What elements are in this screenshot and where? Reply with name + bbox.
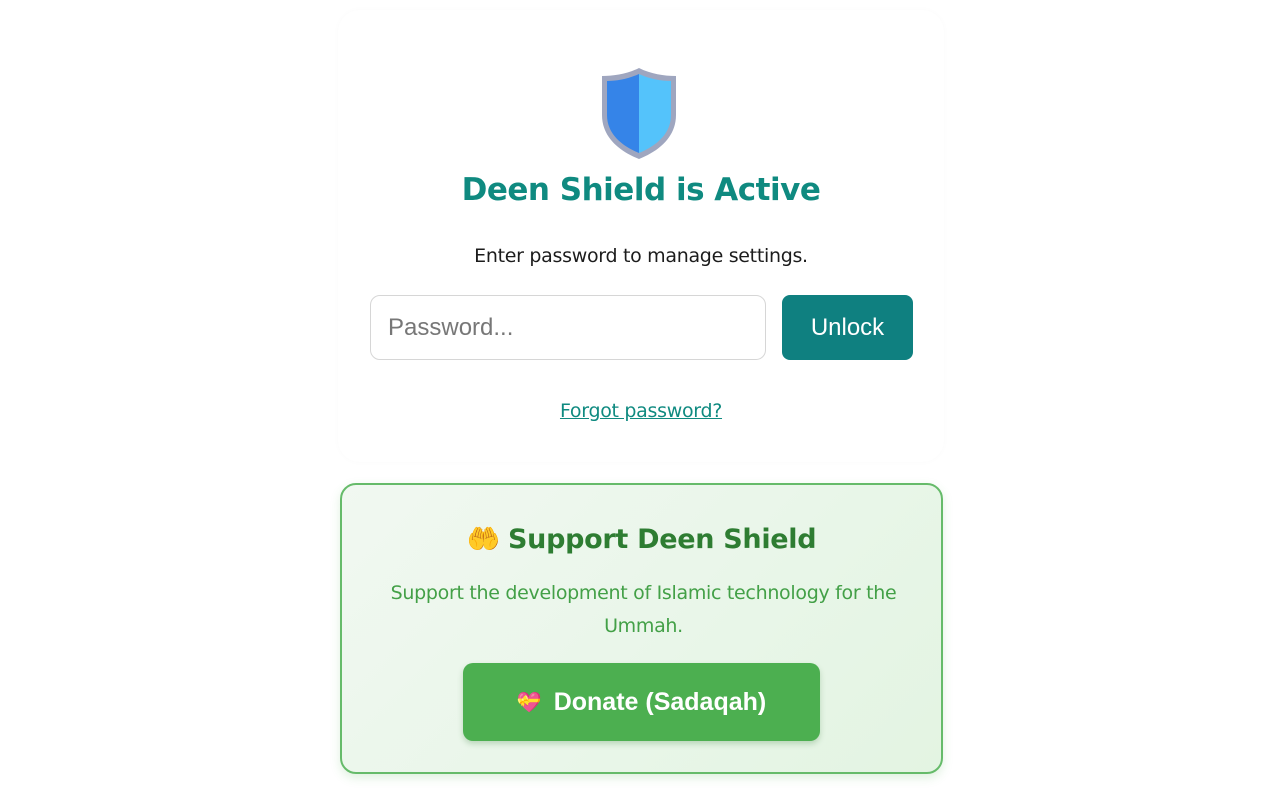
page-title: Deen Shield is Active (461, 172, 821, 208)
subtitle: Enter password to manage settings. (474, 245, 808, 267)
shield-icon (602, 68, 676, 159)
donate-button[interactable]: 💝 Donate (Sadaqah) (463, 663, 820, 741)
heart-gift-icon: 💝 (516, 691, 542, 714)
password-input[interactable] (370, 295, 766, 360)
open-hands-icon: 🤲 (466, 524, 501, 555)
donate-label: Donate (Sadaqah) (553, 687, 767, 716)
support-title: 🤲 Support Deen Shield (342, 523, 941, 555)
support-description: Support the development of Islamic techn… (390, 582, 897, 637)
forgot-password-link[interactable]: Forgot password? (338, 400, 944, 422)
support-card: 🤲 Support Deen Shield Support the develop… (340, 483, 943, 774)
unlock-button[interactable]: Unlock (782, 295, 913, 360)
support-title-text: Support Deen Shield (508, 524, 817, 555)
